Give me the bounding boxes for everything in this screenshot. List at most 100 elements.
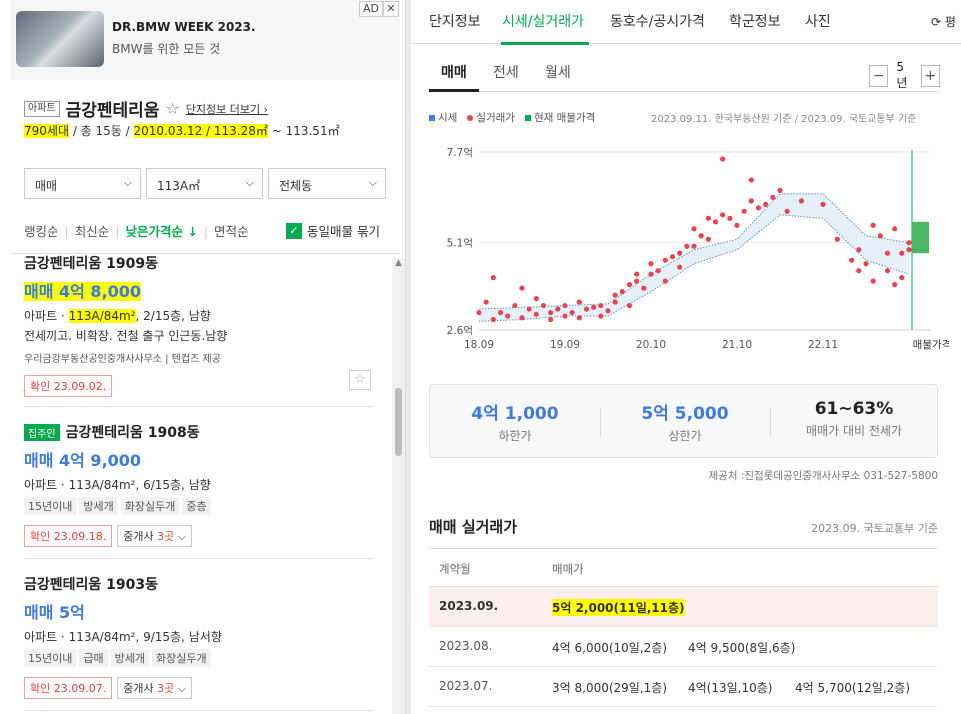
deal-point — [677, 264, 683, 270]
deal-point — [662, 278, 668, 284]
deal-point — [727, 215, 733, 221]
deal-point — [505, 313, 511, 319]
trade-type-select[interactable]: 매매 ⌵ — [24, 168, 141, 199]
list-scrollbar[interactable] — [392, 258, 405, 714]
legend-item: 현재 매물가격 — [524, 110, 595, 125]
tab-complex-info[interactable]: 단지정보 — [429, 11, 481, 31]
households: 790세대 — [24, 124, 69, 138]
sort-ranking[interactable]: 랭킹순 — [24, 224, 59, 239]
complex-more-link[interactable]: 단지정보 더보기 › — [186, 101, 268, 117]
tab-school[interactable]: 학군정보 — [729, 11, 781, 31]
stat-low: 4억 1,000 하한가 — [471, 404, 559, 443]
complex-header: 아파트 금강펜테리움 ☆ 단지정보 더보기 › — [24, 96, 268, 121]
listing-price-range — [912, 221, 929, 254]
ad-banner[interactable]: DR.BMW WEEK 2023. BMW를 위한 모든 것 AD ✕ — [10, 0, 400, 80]
listing-title: 금강펜테리움 1903동 — [24, 577, 158, 593]
deal-point — [576, 299, 582, 305]
ad-close-icon[interactable]: ✕ — [383, 1, 399, 17]
deal-point — [562, 313, 568, 319]
listing-panel: DR.BMW WEEK 2023. BMW를 위한 모든 것 AD ✕ 아파트 … — [0, 0, 405, 714]
ad-badge[interactable]: AD — [359, 1, 383, 17]
area-select[interactable]: 113A㎡ ⌵ — [146, 168, 263, 199]
favorite-star-icon[interactable]: ☆ — [165, 99, 179, 118]
deal-point — [512, 302, 518, 309]
deal-point — [562, 302, 568, 309]
deal-point — [490, 275, 496, 281]
period-plus-button[interactable]: + — [920, 64, 941, 87]
listing-footer: 확인 23.09.18. 중개사 3곳 ⌵ — [24, 525, 374, 547]
deal-point — [712, 219, 719, 225]
listing-price: 매매 4억 9,000 — [24, 451, 142, 470]
building-select[interactable]: 전체동 ⌵ — [268, 168, 386, 199]
tab-price[interactable]: 시세/실거래가 — [502, 11, 584, 31]
listing-price: 매매 5억 — [24, 603, 85, 622]
deal-point — [598, 302, 604, 309]
deal-point — [899, 250, 905, 256]
deal-point — [770, 194, 776, 200]
table-row[interactable]: 2023.07. 3억 8,000(29일,1층) 4억(13일,10층) 4억… — [429, 667, 938, 707]
listing-title: 집주인 금강펜테리움 1908동 — [24, 422, 374, 442]
period-minus-button[interactable]: − — [869, 64, 889, 87]
tab-jeonse[interactable]: 전세 — [493, 62, 519, 82]
ad-subtitle: BMW를 위한 모든 것 — [112, 42, 221, 56]
deal-point — [476, 309, 482, 316]
deal-point — [548, 309, 554, 316]
complex-name: 금강펜테리움 — [65, 101, 160, 121]
tab-photos[interactable]: 사진 — [805, 11, 831, 31]
broker-dropdown[interactable]: 중개사 3곳 ⌵ — [117, 677, 193, 699]
list-item[interactable]: 집주인 금강펜테리움 1908동 매매 4억 9,000 아파트 · 113A/8… — [24, 422, 374, 547]
deal-point — [526, 306, 532, 312]
deal-point — [834, 236, 840, 242]
trade-subtabs: 매매 전세 월세 − 5년 + — [429, 52, 941, 92]
price-stats: 4억 1,000 하한가 5억 5,000 상한가 61~63% 매매가 대비 전세가 — [429, 384, 938, 458]
bookmark-star-icon[interactable]: ☆ — [349, 370, 371, 390]
deal-point — [626, 302, 633, 309]
table-row[interactable]: 2023.08. 4억 6,000(10일,2층) 4억 9,500(8일,6층… — [429, 627, 938, 667]
listing-footer: 확인 23.09.02. — [24, 375, 374, 397]
ad-title[interactable]: DR.BMW WEEK 2023. — [112, 20, 256, 34]
listing-detail: 아파트 · 113A/84m², 6/15층, 남향 — [24, 478, 211, 492]
x-tick-label: 21.10 — [722, 339, 752, 350]
table-row[interactable]: 2023.09. 5억 2,000(11일,11층) — [429, 587, 938, 627]
deal-point — [533, 311, 539, 317]
market-price-band — [479, 193, 909, 322]
x-tick-label: 18.09 — [464, 339, 494, 350]
deal-point — [720, 212, 726, 218]
deal-point — [798, 198, 805, 204]
group-same-listings-checkbox[interactable]: ✓ 동일매물 묶기 — [286, 221, 380, 240]
deal-point — [519, 285, 525, 291]
deal-point — [705, 215, 711, 221]
tab-monthly[interactable]: 월세 — [545, 62, 571, 82]
tab-unit-price[interactable]: 동호수/공시가격 — [610, 11, 705, 31]
broker-dropdown[interactable]: 중개사 3곳 ⌵ — [117, 525, 193, 547]
sort-area[interactable]: 면적순 — [214, 224, 249, 239]
tab-sale[interactable]: 매매 — [441, 62, 467, 82]
deal-point — [748, 177, 754, 183]
scroll-up-icon[interactable]: ▲ — [392, 258, 405, 268]
x-tick-label: 매물가격 — [913, 338, 949, 350]
deal-point — [741, 208, 747, 214]
deal-point — [698, 233, 704, 239]
refresh-button[interactable]: ⟳ 평 — [931, 13, 956, 30]
listing-footer: 확인 23.09.07. 중개사 3곳 ⌵ — [24, 677, 374, 699]
area-min: 113.28㎡ — [213, 124, 268, 138]
deal-point — [755, 205, 762, 211]
list-item[interactable]: 금강펜테리움 1909동 매매 4억 8,000 아파트 · 113A/84m²… — [24, 253, 374, 397]
sort-low-price[interactable]: 낮은가격순 ↓ — [125, 224, 197, 239]
detail-tabs: 단지정보 시세/실거래가 동호수/공시가격 학군정보 사진 ⟳ 평 — [411, 0, 961, 45]
deal-point — [612, 292, 618, 298]
deal-point — [720, 156, 726, 162]
sort-latest[interactable]: 최신순 — [75, 224, 110, 239]
ad-car-image[interactable] — [16, 11, 104, 67]
deal-point — [576, 315, 582, 321]
legend-item: 실거래가 — [467, 110, 515, 125]
scrollbar-thumb[interactable] — [395, 388, 402, 456]
deal-point — [648, 271, 654, 277]
deal-point — [884, 250, 891, 256]
deal-point — [906, 247, 912, 253]
complex-type-tag: 아파트 — [24, 100, 60, 117]
chart-legend: 시세 실거래가 현재 매물가격 — [429, 110, 595, 125]
list-item[interactable]: 금강펜테리움 1903동 매매 5억 아파트 · 113A/84m², 9/15… — [24, 574, 374, 699]
chevron-right-icon: › — [263, 102, 269, 116]
price-chart[interactable]: 7.7억 5.1억 2.6억 18.09 19.09 20.10 21.10 22.11 매물가… — [429, 130, 949, 350]
